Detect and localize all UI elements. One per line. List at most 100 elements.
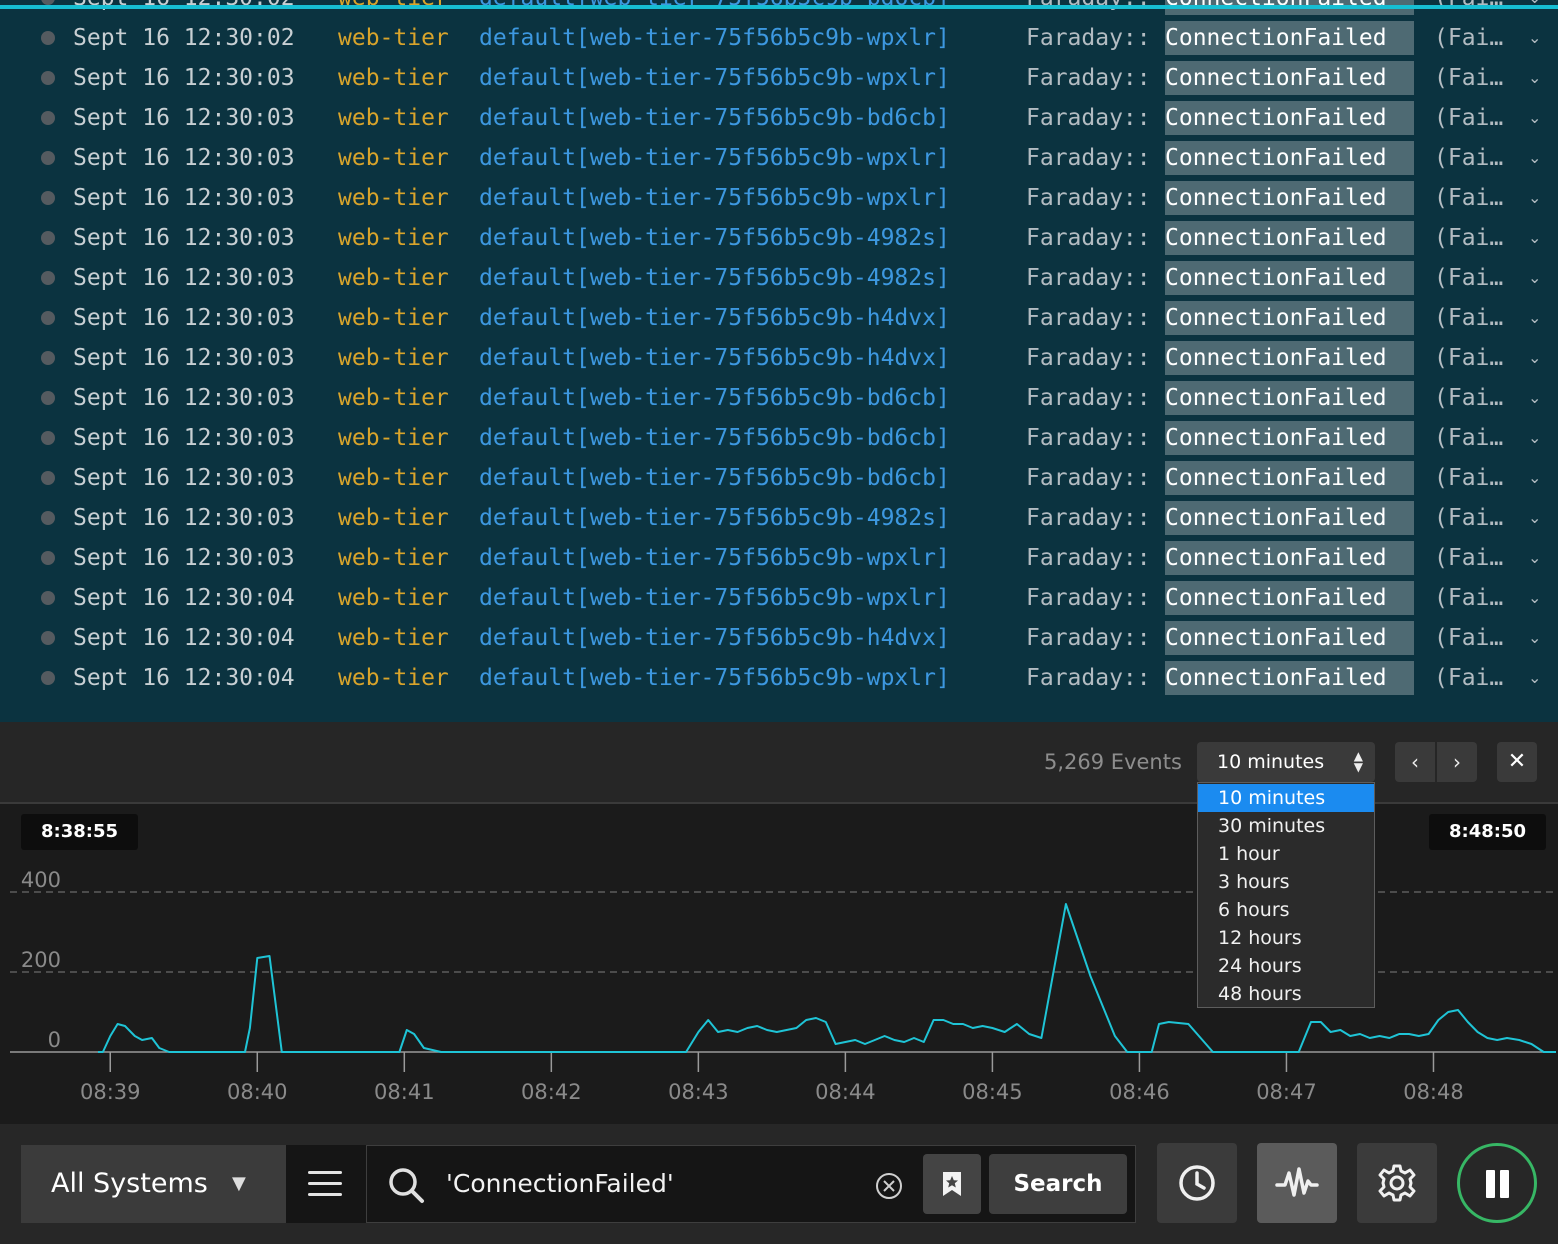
log-row[interactable]: Sept 16 12:30:03 web-tier default[web-tier… <box>0 418 1558 458</box>
log-message-rest: (Failed to open TCP connection) <box>1434 425 1512 451</box>
system-selector[interactable]: All Systems ▼ <box>21 1145 286 1223</box>
log-row-dot <box>41 151 55 165</box>
search-icon <box>389 1168 424 1203</box>
log-row[interactable]: Sept 16 12:30:04 web-tier default[web-tier… <box>0 578 1558 618</box>
log-match-highlight: ConnectionFailed <box>1165 581 1414 615</box>
time-range-select[interactable]: 10 minutes ▲ ▼ <box>1197 742 1375 782</box>
chevron-down-icon[interactable]: ⌄ <box>1528 498 1541 538</box>
x-tick-label: 08:48 <box>1403 1080 1464 1104</box>
log-source: default[web-tier-75f56b5c9b-h4dvx] <box>479 305 950 331</box>
log-row-dot <box>41 71 55 85</box>
log-row-dot <box>41 471 55 485</box>
chevron-down-icon[interactable]: ⌄ <box>1528 338 1541 378</box>
search-query[interactable]: 'ConnectionFailed' <box>446 1146 674 1222</box>
log-match-highlight: ConnectionFailed <box>1165 541 1414 575</box>
chevron-down-icon[interactable]: ⌄ <box>1528 458 1541 498</box>
search-field[interactable]: 'ConnectionFailed' Search <box>366 1145 1136 1223</box>
log-class-prefix: Faraday:: <box>1026 545 1151 571</box>
time-range-option[interactable]: 30 minutes <box>1198 812 1374 840</box>
log-match-highlight: ConnectionFailed <box>1165 421 1414 455</box>
chevron-down-icon[interactable]: ⌄ <box>1528 538 1541 578</box>
pause-button[interactable] <box>1457 1143 1537 1223</box>
previous-range-button[interactable]: ‹ <box>1395 742 1435 782</box>
log-row-dot <box>41 31 55 45</box>
chevron-down-icon[interactable]: ⌄ <box>1528 578 1541 618</box>
log-row-dot <box>41 551 55 565</box>
log-timestamp: Sept 16 12:30:03 <box>73 505 295 531</box>
log-row[interactable]: Sept 16 12:30:03 web-tier default[web-tier… <box>0 378 1558 418</box>
hamburger-menu-icon-bar <box>308 1182 342 1185</box>
chevron-down-icon[interactable]: ⌄ <box>1528 58 1541 98</box>
time-range-option[interactable]: 6 hours <box>1198 896 1374 924</box>
chevron-down-icon[interactable]: ⌄ <box>1528 98 1541 138</box>
log-source: default[web-tier-75f56b5c9b-h4dvx] <box>479 625 950 651</box>
chevron-down-icon[interactable]: ⌄ <box>1528 18 1541 58</box>
log-class-prefix: Faraday:: <box>1026 105 1151 131</box>
log-row[interactable]: Sept 16 12:30:03 web-tier default[web-tier… <box>0 258 1558 298</box>
log-row[interactable]: Sept 16 12:30:02 web-tier default[web-tier… <box>0 0 1558 18</box>
chevron-down-icon[interactable]: ⌄ <box>1528 298 1541 338</box>
pause-icon-bar <box>1500 1170 1509 1198</box>
log-row[interactable]: Sept 16 12:30:03 web-tier default[web-tier… <box>0 138 1558 178</box>
log-system: web-tier <box>338 545 449 571</box>
log-class-prefix: Faraday:: <box>1026 145 1151 171</box>
chevron-down-icon[interactable]: ⌄ <box>1528 258 1541 298</box>
log-class-prefix: Faraday:: <box>1026 425 1151 451</box>
clear-circle-icon[interactable] <box>875 1172 903 1200</box>
settings-button[interactable] <box>1357 1143 1437 1223</box>
log-class-prefix: Faraday:: <box>1026 505 1151 531</box>
log-class-prefix: Faraday:: <box>1026 0 1151 18</box>
x-tick-label: 08:43 <box>668 1080 729 1104</box>
log-row[interactable]: Sept 16 12:30:03 web-tier default[web-tier… <box>0 178 1558 218</box>
chevron-down-icon[interactable]: ⌄ <box>1528 658 1541 698</box>
history-button[interactable] <box>1157 1143 1237 1223</box>
log-message-rest: (Failed to open TCP connection) <box>1434 585 1512 611</box>
log-row[interactable]: Sept 16 12:30:02 web-tier default[web-tier… <box>0 18 1558 58</box>
log-row[interactable]: Sept 16 12:30:04 web-tier default[web-tier… <box>0 658 1558 698</box>
time-range-option[interactable]: 48 hours <box>1198 980 1374 1008</box>
time-range-option[interactable]: 10 minutes <box>1198 784 1374 812</box>
time-range-option[interactable]: 3 hours <box>1198 868 1374 896</box>
log-row[interactable]: Sept 16 12:30:03 web-tier default[web-tier… <box>0 98 1558 138</box>
log-match-highlight: ConnectionFailed <box>1165 621 1414 655</box>
chevron-down-icon[interactable]: ⌄ <box>1528 178 1541 218</box>
log-row[interactable]: Sept 16 12:30:03 web-tier default[web-tier… <box>0 218 1558 258</box>
log-source: default[web-tier-75f56b5c9b-wpxlr] <box>479 585 950 611</box>
log-row[interactable]: Sept 16 12:30:03 web-tier default[web-tier… <box>0 458 1558 498</box>
log-timestamp: Sept 16 12:30:03 <box>73 105 295 131</box>
hamburger-menu-icon-bar <box>308 1193 342 1196</box>
x-tick-label: 08:39 <box>80 1080 141 1104</box>
log-message-rest: (Failed to open TCP connection) <box>1434 305 1512 331</box>
search-button[interactable]: Search <box>989 1154 1127 1214</box>
time-range-option[interactable]: 1 hour <box>1198 840 1374 868</box>
log-row[interactable]: Sept 16 12:30:03 web-tier default[web-tier… <box>0 338 1558 378</box>
log-row[interactable]: Sept 16 12:30:03 web-tier default[web-tier… <box>0 298 1558 338</box>
log-match-highlight: ConnectionFailed <box>1165 61 1414 95</box>
menu-button[interactable] <box>286 1145 366 1223</box>
chevron-down-icon[interactable]: ⌄ <box>1528 418 1541 458</box>
chevron-down-icon[interactable]: ⌄ <box>1528 0 1541 18</box>
time-range-option[interactable]: 24 hours <box>1198 952 1374 980</box>
bookmark-button[interactable] <box>923 1154 981 1214</box>
log-rows: Sept 16 12:30:02 web-tier default[web-tier… <box>0 0 1558 698</box>
log-timestamp: Sept 16 12:30:03 <box>73 265 295 291</box>
log-source: default[web-tier-75f56b5c9b-wpxlr] <box>479 25 950 51</box>
chevron-down-icon[interactable]: ⌄ <box>1528 378 1541 418</box>
close-histogram-button[interactable]: ✕ <box>1497 742 1537 782</box>
time-range-option[interactable]: 12 hours <box>1198 924 1374 952</box>
next-range-button[interactable]: › <box>1437 742 1477 782</box>
log-row[interactable]: Sept 16 12:30:03 web-tier default[web-tier… <box>0 538 1558 578</box>
chevron-down-icon[interactable]: ⌄ <box>1528 138 1541 178</box>
log-match-highlight: ConnectionFailed <box>1165 261 1414 295</box>
y-tick-label: 400 <box>21 868 61 892</box>
chevron-down-icon[interactable]: ⌄ <box>1528 618 1541 658</box>
log-row[interactable]: Sept 16 12:30:04 web-tier default[web-tier… <box>0 618 1558 658</box>
x-tick-label: 08:47 <box>1256 1080 1317 1104</box>
log-row-dot <box>41 391 55 405</box>
log-row[interactable]: Sept 16 12:30:03 web-tier default[web-tier… <box>0 58 1558 98</box>
log-class-prefix: Faraday:: <box>1026 625 1151 651</box>
log-row[interactable]: Sept 16 12:30:03 web-tier default[web-tier… <box>0 498 1558 538</box>
histogram-toggle-button[interactable] <box>1257 1143 1337 1223</box>
search-toolbar: All Systems ▼ 'ConnectionFailed' Search <box>0 1124 1558 1244</box>
chevron-down-icon[interactable]: ⌄ <box>1528 218 1541 258</box>
